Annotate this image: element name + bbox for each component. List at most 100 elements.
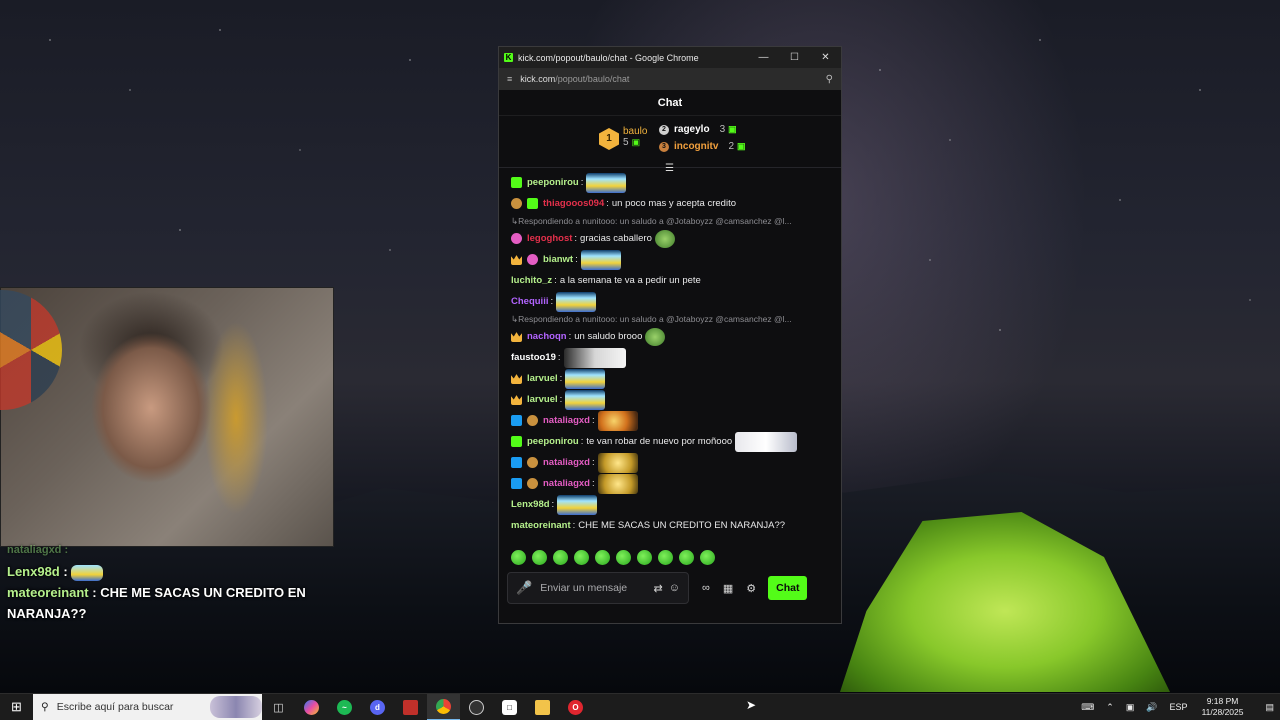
windows-start-icon[interactable]: ⊞ — [0, 694, 33, 720]
chat-username[interactable]: nataliagxd — [543, 415, 590, 426]
emoji-icon[interactable]: ☺ — [669, 582, 680, 594]
quick-emote[interactable] — [679, 549, 694, 565]
emote[interactable] — [563, 347, 626, 368]
chat-username[interactable]: peeponirou — [527, 177, 579, 188]
username-separator: : — [606, 198, 609, 209]
subscriber-badge-icon — [511, 436, 522, 447]
stream-app-icon[interactable] — [394, 694, 427, 720]
volume-icon[interactable]: 🔊 — [1146, 702, 1157, 713]
taskbar-clock[interactable]: 9:18 PM 11/28/2025 — [1202, 696, 1244, 718]
chat-message: faustoo19: — [511, 347, 829, 368]
chevron-up-icon[interactable]: ⌃ — [1106, 702, 1114, 713]
opera-icon[interactable]: O — [559, 694, 592, 720]
microphone-icon[interactable]: 🎤 — [516, 580, 532, 596]
capcut-icon[interactable]: □ — [493, 694, 526, 720]
obs-icon[interactable] — [460, 694, 493, 720]
zoom-icon[interactable]: ⚲ — [826, 74, 833, 85]
quick-emote[interactable] — [658, 549, 673, 565]
network-icon[interactable]: ▣ — [1126, 702, 1135, 713]
url-text[interactable]: kick.com/popout/baulo/chat — [520, 74, 825, 84]
chat-username[interactable]: Chequiii — [511, 296, 548, 307]
chat-messages[interactable]: peeponirou: thiagooos094: un poco mas y ac… — [499, 168, 841, 546]
quick-emote[interactable] — [532, 549, 547, 565]
minimize-icon[interactable]: — — [748, 47, 779, 68]
og-badge-icon — [527, 415, 538, 426]
emote[interactable] — [597, 410, 638, 431]
kicks-icon[interactable]: ∞ — [702, 582, 710, 594]
discord-icon[interactable]: d — [361, 694, 394, 720]
spotify-icon[interactable]: ~ — [328, 694, 361, 720]
emote[interactable] — [597, 473, 638, 494]
message-input[interactable] — [540, 582, 648, 594]
message-input-wrapper[interactable]: 🎤 ⇄ ☺ — [507, 572, 689, 604]
emote[interactable] — [557, 494, 598, 515]
settings-gear-icon[interactable]: ⚙ — [746, 582, 756, 595]
leaderboard-third[interactable]: 3 incognitv 2 ▣ — [659, 141, 746, 152]
chat-username[interactable]: faustoo19 — [511, 352, 556, 363]
emote[interactable] — [735, 431, 798, 452]
leaderboard-second[interactable]: 2 rageylo 3 ▣ — [659, 124, 737, 135]
address-bar[interactable]: ≡ kick.com/popout/baulo/chat ⚲ — [499, 68, 841, 90]
quick-emote[interactable] — [700, 549, 715, 565]
gift-leaderboard: 1 baulo 5 ▣ 2 rageylo 3 ▣ 3 incognitv 2 ▣ ☰ — [499, 116, 841, 174]
chat-message: larvuel: — [511, 368, 829, 389]
crown-badge-icon — [511, 255, 522, 265]
quick-emote[interactable] — [553, 549, 568, 565]
keyboard-icon[interactable]: ⌨ — [1081, 702, 1094, 713]
quick-emote[interactable] — [616, 549, 631, 565]
username-separator: : — [592, 415, 595, 426]
maximize-icon[interactable]: ☐ — [779, 47, 810, 68]
search-icon: ⚲ — [41, 701, 49, 713]
rank-three-icon: 3 — [659, 141, 669, 152]
gift-icon: ▣ — [631, 137, 641, 147]
chat-username[interactable]: thiagooos094 — [543, 198, 604, 209]
leaderboard-first[interactable]: baulo 5 ▣ — [623, 126, 647, 148]
chat-username[interactable]: nataliagxd — [543, 457, 590, 468]
copilot-icon[interactable] — [295, 694, 328, 720]
chrome-icon[interactable] — [427, 693, 460, 720]
chat-username[interactable]: larvuel — [527, 394, 558, 405]
reply-context: ↳ Respondiendo a nunitooo: un saludo a @… — [511, 312, 829, 326]
site-settings-icon[interactable]: ≡ — [507, 74, 512, 84]
chat-username[interactable]: mateoreinant — [511, 520, 571, 531]
store-icon[interactable]: ▦ — [723, 582, 733, 595]
language-indicator[interactable]: ESP — [1170, 702, 1188, 712]
close-icon[interactable]: ✕ — [810, 47, 841, 68]
emote[interactable] — [565, 389, 606, 410]
emote[interactable] — [654, 229, 675, 248]
notifications-icon[interactable]: ▤ — [1265, 702, 1274, 713]
chat-username[interactable]: luchito_z — [511, 275, 552, 286]
chat-username[interactable]: bianwt — [543, 254, 573, 265]
moderator-badge-icon — [511, 457, 522, 468]
translate-icon[interactable]: ⇄ — [654, 582, 663, 595]
quick-emote[interactable] — [511, 549, 526, 565]
emote[interactable] — [597, 452, 638, 473]
chat-username[interactable]: peeponirou — [527, 436, 579, 447]
emote[interactable] — [645, 327, 666, 346]
chat-message: Lenx98d: — [511, 494, 829, 515]
username-separator: : — [559, 394, 563, 405]
quick-emote[interactable] — [574, 549, 589, 565]
chat-username[interactable]: nataliagxd — [543, 478, 590, 489]
username-separator: : — [557, 352, 561, 363]
emote[interactable] — [580, 249, 621, 270]
chat-username[interactable]: larvuel — [527, 373, 558, 384]
chat-username[interactable]: Lenx98d — [511, 499, 550, 510]
quick-emote[interactable] — [595, 549, 610, 565]
chat-header: Chat — [499, 90, 841, 116]
chat-message: nataliagxd: — [511, 452, 829, 473]
emote[interactable] — [556, 291, 597, 312]
send-chat-button[interactable]: Chat — [768, 576, 808, 600]
quick-emote[interactable] — [637, 549, 652, 565]
taskbar-search[interactable]: ⚲ Escribe aquí para buscar — [33, 693, 262, 720]
chat-message: mateoreinant: CHE ME SACAS UN CREDITO EN … — [511, 515, 829, 536]
chat-username[interactable]: legoghost — [527, 233, 572, 244]
chat-username[interactable]: nachoqn — [527, 331, 567, 342]
og-badge-icon — [511, 198, 522, 209]
emote[interactable] — [586, 172, 627, 193]
chat-composer: 🎤 ⇄ ☺ ∞ ▦ ⚙ Chat — [499, 568, 841, 608]
file-explorer-icon[interactable] — [526, 694, 559, 720]
task-view-icon[interactable]: ◫ — [262, 694, 295, 720]
emote[interactable] — [565, 368, 606, 389]
window-titlebar: K kick.com/popout/baulo/chat - Google Ch… — [499, 47, 841, 68]
